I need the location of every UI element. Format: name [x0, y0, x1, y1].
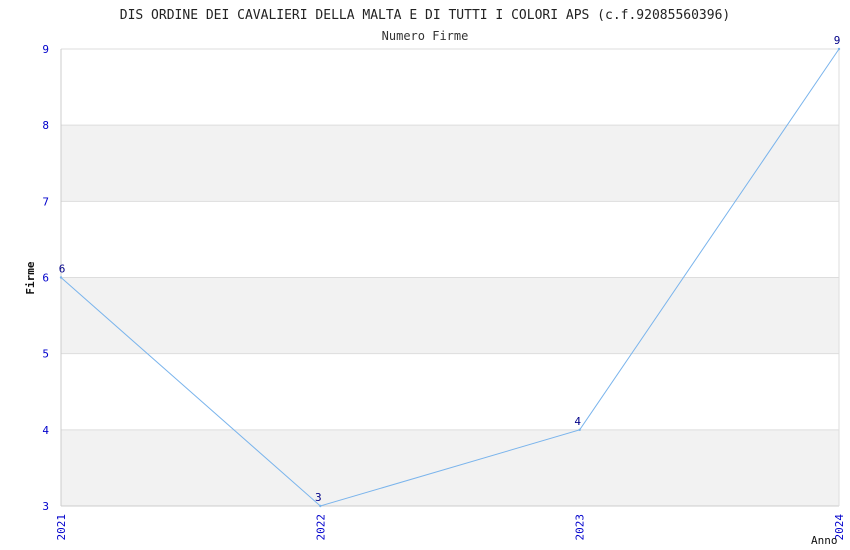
plot-band [61, 125, 839, 202]
data-label: 9 [834, 34, 841, 47]
chart-subtitle: Numero Firme [382, 29, 469, 43]
y-tick-label: 4 [42, 424, 49, 437]
y-tick-label: 6 [42, 272, 49, 285]
data-point [319, 504, 322, 508]
x-tick-label: 2023 [574, 514, 587, 541]
y-axis-label: Firme [24, 261, 37, 294]
line-chart: DIS ORDINE DEI CAVALIERI DELLA MALTA E D… [24, 8, 846, 547]
x-tick-label: 2022 [314, 514, 327, 541]
data-label: 4 [574, 415, 581, 428]
data-label: 6 [59, 263, 66, 276]
y-tick-label: 3 [42, 500, 49, 513]
x-axis-label: Anno [811, 534, 838, 547]
y-tick-labels: 3 4 5 6 7 8 9 [42, 43, 49, 513]
x-tick-labels: 2021 2022 2023 2024 [55, 514, 846, 541]
data-label: 3 [315, 491, 322, 504]
data-point [837, 47, 841, 51]
y-tick-label: 9 [42, 43, 49, 56]
data-point [59, 276, 63, 279]
plot-band [61, 277, 839, 354]
chart-title: DIS ORDINE DEI CAVALIERI DELLA MALTA E D… [120, 8, 730, 23]
x-tick-label: 2021 [55, 514, 68, 541]
data-point [578, 428, 581, 432]
y-tick-label: 5 [42, 348, 49, 361]
y-tick-label: 8 [42, 119, 49, 132]
plot-background-bands [61, 125, 839, 506]
y-tick-label: 7 [42, 195, 49, 208]
